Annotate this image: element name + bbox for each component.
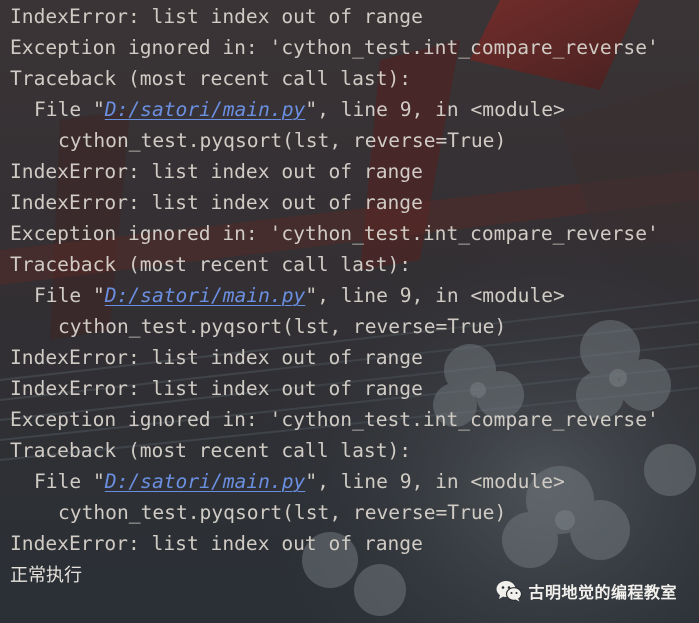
console-line: Traceback (most recent call last): — [10, 253, 412, 276]
console-line: IndexError: list index out of range — [10, 5, 423, 28]
console-line: File "D:/satori/main.py", line 9, in <mo… — [34, 94, 565, 125]
console-line: cython_test.pyqsort(lst, reverse=True) — [58, 129, 507, 152]
console-line: IndexError: list index out of range — [10, 191, 423, 214]
console-line: IndexError: list index out of range — [10, 532, 423, 555]
file-path-link[interactable]: D:/satori/main.py — [105, 284, 306, 307]
file-path-link[interactable]: D:/satori/main.py — [105, 98, 306, 121]
watermark-text: 古明地觉的编程教室 — [528, 583, 677, 602]
console-line: Exception ignored in: 'cython_test.int_c… — [10, 222, 659, 245]
console-line: Traceback (most recent call last): — [10, 67, 412, 90]
console-line: File "D:/satori/main.py", line 9, in <mo… — [34, 280, 565, 311]
console-line: IndexError: list index out of range — [10, 160, 423, 183]
console-line: IndexError: list index out of range — [10, 346, 423, 369]
console-output: IndexError: list index out of range Excep… — [0, 0, 699, 623]
traceback-file-prefix: File " — [34, 284, 105, 307]
wechat-icon — [496, 581, 523, 602]
console-line: File "D:/satori/main.py", line 9, in <mo… — [34, 466, 565, 497]
traceback-file-suffix: ", line 9, in <module> — [305, 98, 565, 121]
watermark: 古明地觉的编程教室 — [496, 577, 677, 605]
traceback-file-suffix: ", line 9, in <module> — [305, 470, 565, 493]
traceback-file-prefix: File " — [34, 98, 105, 121]
file-path-link[interactable]: D:/satori/main.py — [105, 470, 306, 493]
traceback-file-suffix: ", line 9, in <module> — [305, 284, 565, 307]
console-line: Exception ignored in: 'cython_test.int_c… — [10, 408, 659, 431]
console-line: cython_test.pyqsort(lst, reverse=True) — [58, 315, 507, 338]
status-message: 正常执行 — [10, 565, 82, 586]
console-line: cython_test.pyqsort(lst, reverse=True) — [58, 501, 507, 524]
console-line: Exception ignored in: 'cython_test.int_c… — [10, 36, 659, 59]
console-line: Traceback (most recent call last): — [10, 439, 412, 462]
traceback-file-prefix: File " — [34, 470, 105, 493]
console-line: IndexError: list index out of range — [10, 377, 423, 400]
